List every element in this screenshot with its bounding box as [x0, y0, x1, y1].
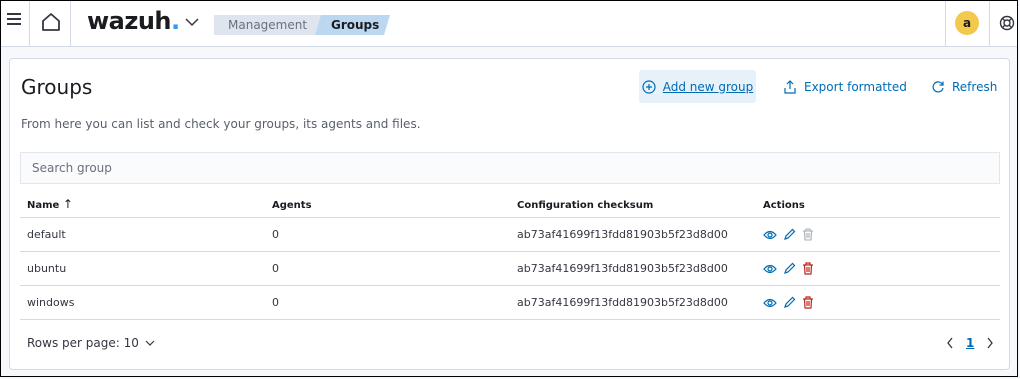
- rows-per-page-label: Rows per page: 10: [27, 336, 139, 350]
- export-formatted-label: Export formatted: [804, 79, 907, 94]
- add-new-group-label: Add new group: [662, 79, 754, 94]
- config-checksum: ab73af41699f13fdd81903b5f23d8d00: [517, 262, 728, 275]
- config-checksum: ab73af41699f13fdd81903b5f23d8d00: [517, 296, 728, 309]
- refresh-button[interactable]: Refresh: [931, 70, 997, 103]
- table-row[interactable]: windows 0 ab73af41699f13fdd81903b5f23d8d…: [20, 286, 1000, 320]
- table-row[interactable]: ubuntu 0 ab73af41699f13fdd81903b5f23d8d0…: [20, 252, 1000, 286]
- table-header-row: Name ↑ Agents Configuration checksum Act…: [20, 191, 1000, 218]
- rows-per-page-selector[interactable]: Rows per page: 10: [27, 336, 155, 350]
- menu-icon[interactable]: [7, 13, 21, 27]
- home-icon[interactable]: [41, 12, 61, 32]
- eye-icon[interactable]: [763, 230, 777, 240]
- trash-icon: [803, 228, 813, 241]
- groups-table: Name ↑ Agents Configuration checksum Act…: [20, 191, 1000, 320]
- add-new-group-button[interactable]: Add new group: [639, 70, 756, 103]
- chevron-down-icon[interactable]: [185, 17, 199, 27]
- row-actions: [763, 252, 814, 285]
- pencil-icon[interactable]: [783, 262, 796, 275]
- row-actions: [763, 286, 814, 319]
- trash-icon[interactable]: [802, 262, 814, 275]
- sort-ascending-icon: ↑: [62, 197, 73, 211]
- breadcrumb-groups: Groups: [315, 15, 390, 35]
- group-name: default: [27, 228, 66, 241]
- divider: [29, 1, 30, 46]
- chevron-down-icon: [145, 340, 155, 346]
- breadcrumb-management[interactable]: Management: [214, 15, 325, 35]
- divider: [989, 1, 990, 46]
- wazuh-logo[interactable]: wazuh.: [87, 7, 180, 35]
- table-row[interactable]: default 0 ab73af41699f13fdd81903b5f23d8d…: [20, 218, 1000, 252]
- top-navbar: wazuh. Management Groups a: [1, 1, 1017, 47]
- trash-icon[interactable]: [802, 296, 814, 309]
- user-avatar[interactable]: a: [955, 11, 979, 35]
- column-header-agents[interactable]: Agents: [272, 191, 312, 217]
- eye-icon[interactable]: [763, 298, 777, 308]
- eye-icon[interactable]: [763, 264, 777, 274]
- config-checksum: ab73af41699f13fdd81903b5f23d8d00: [517, 228, 728, 241]
- agents-count: 0: [272, 228, 279, 241]
- page-subtitle: From here you can list and check your gr…: [21, 117, 421, 131]
- export-icon: [784, 79, 796, 94]
- page-title: Groups: [21, 75, 93, 99]
- chevron-right-icon[interactable]: [986, 337, 994, 349]
- agents-count: 0: [272, 296, 279, 309]
- row-actions: [763, 218, 814, 251]
- column-header-checksum[interactable]: Configuration checksum: [517, 191, 653, 217]
- divider: [945, 1, 946, 46]
- group-name: windows: [27, 296, 75, 309]
- pencil-icon[interactable]: [783, 296, 796, 309]
- pagination: 1: [946, 336, 994, 350]
- help-icon[interactable]: [999, 15, 1015, 31]
- column-header-name[interactable]: Name ↑: [27, 191, 73, 217]
- group-name: ubuntu: [27, 262, 67, 275]
- export-formatted-button[interactable]: Export formatted: [783, 70, 907, 103]
- plus-circle-icon: [642, 79, 656, 94]
- search-group-input[interactable]: [20, 152, 1000, 184]
- column-header-actions: Actions: [763, 200, 805, 211]
- page-number[interactable]: 1: [966, 336, 974, 350]
- refresh-label: Refresh: [952, 79, 998, 94]
- refresh-icon: [932, 80, 944, 92]
- groups-panel: Groups From here you can list and check …: [9, 58, 1010, 370]
- app-frame: wazuh. Management Groups a Groups From h…: [0, 0, 1018, 377]
- divider: [70, 1, 71, 46]
- pencil-icon[interactable]: [783, 228, 796, 241]
- chevron-left-icon[interactable]: [946, 337, 954, 349]
- agents-count: 0: [272, 262, 279, 275]
